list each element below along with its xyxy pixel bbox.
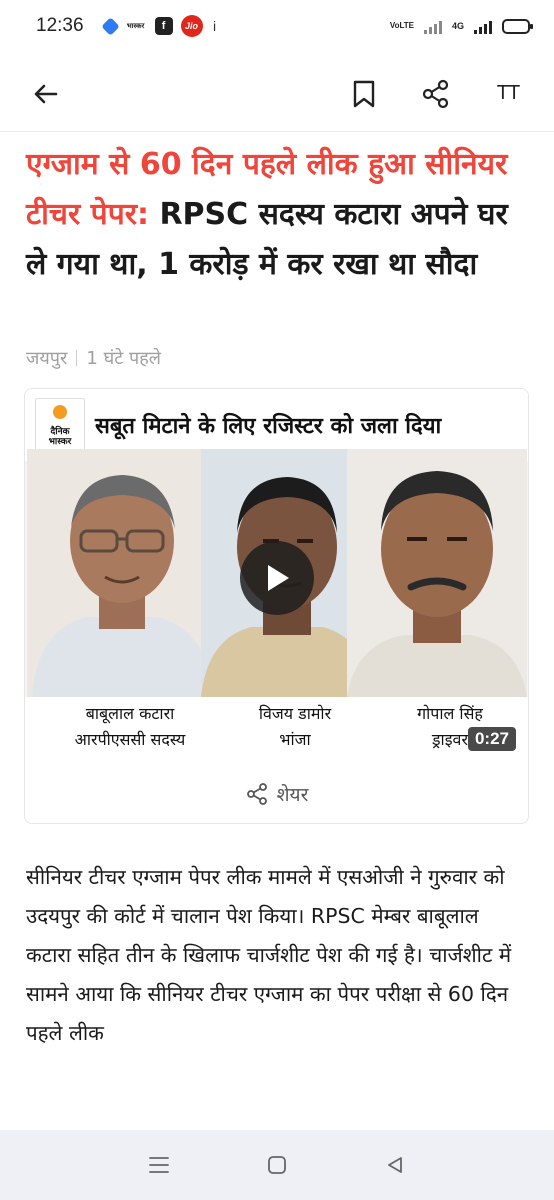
nav-back-button[interactable] (375, 1145, 415, 1185)
share-icon (422, 79, 449, 108)
dainik-bhaskar-icon: भास्कर (126, 22, 145, 30)
triangle-back-icon (388, 1157, 402, 1173)
notification-icons: भास्कर f Jio i (100, 15, 219, 37)
app-toolbar: TT (0, 56, 554, 132)
cell-signal-icon (474, 18, 492, 34)
dainik-bhaskar-logo: दैनिक भास्कर (35, 398, 85, 452)
share-label: शेयर (276, 784, 309, 806)
app-icon (100, 16, 120, 36)
network-type-label: 4G (451, 21, 464, 31)
caption-name: गोपाल सिंह (417, 704, 483, 723)
menu-icon (149, 1157, 169, 1173)
video-captions: बाबूलाल कटारा आरपीएससी सदस्य विजय डामोर … (25, 697, 528, 765)
person-1-image (27, 449, 217, 697)
video-duration: 0:27 (467, 727, 516, 751)
logo-line2: भास्कर (48, 437, 72, 447)
caption-role: भांजा (279, 730, 311, 749)
system-nav-bar (0, 1130, 554, 1200)
meta-divider (76, 350, 78, 366)
system-icons: VoLTE 4G (389, 18, 533, 34)
caption-name: विजय डामोर (258, 704, 332, 723)
person-photo-3 (347, 449, 527, 697)
share-icon (246, 783, 267, 805)
jio-icon: Jio (180, 15, 203, 37)
article-body: सीनियर टीचर एग्जाम पेपर लीक मामले में एस… (26, 865, 512, 1045)
video-title: सबूत मिटाने के लिए रजिस्टर को जला दिया (95, 414, 442, 439)
arrow-left-icon (34, 84, 58, 103)
play-icon (268, 565, 289, 591)
status-bar: 12:36 भास्कर f Jio i VoLTE 4G (0, 0, 554, 52)
video-share-button[interactable]: शेयर (25, 765, 528, 823)
caption-name: बाबूलाल कटारा (85, 704, 175, 723)
person-3-image (347, 449, 527, 697)
recents-button[interactable] (139, 1145, 179, 1185)
logo-sun-icon (53, 405, 67, 419)
home-button[interactable] (257, 1145, 297, 1185)
bookmark-button[interactable] (344, 74, 384, 114)
caption-person-2: विजय डामोर भांजा (225, 701, 365, 753)
video-card: दैनिक भास्कर सबूत मिटाने के लिए रजिस्टर … (24, 388, 529, 824)
square-home-icon (268, 1156, 286, 1174)
share-button[interactable] (416, 74, 456, 114)
battery-icon (502, 18, 533, 34)
article-location: जयपुर (26, 348, 68, 369)
article-meta: जयपुर 1 घंटे पहले (26, 346, 161, 370)
text-size-button[interactable]: TT (488, 74, 528, 114)
back-button[interactable] (26, 74, 66, 114)
facebook-icon: f (154, 17, 173, 35)
person-photo-1 (27, 449, 217, 697)
info-icon: i (212, 18, 217, 34)
caption-person-1: बाबूलाल कटारा आरपीएससी सदस्य (45, 701, 215, 753)
article-headline: एग्जाम से 60 दिन पहले लीक हुआ सीनियर टीच… (26, 140, 536, 290)
video-player[interactable]: दैनिक भास्कर सबूत मिटाने के लिए रजिस्टर … (25, 389, 528, 765)
bookmark-icon (353, 80, 375, 107)
volte-icon: VoLTE (389, 21, 414, 30)
status-time: 12:36 (36, 15, 84, 36)
logo-line1: दैनिक (50, 427, 70, 437)
article-time: 1 घंटे पहले (86, 348, 161, 369)
caption-role: आरपीएससी सदस्य (74, 730, 186, 749)
text-size-icon: TT (496, 82, 520, 104)
play-button[interactable] (240, 541, 314, 615)
wifi-signal-icon (423, 18, 442, 34)
